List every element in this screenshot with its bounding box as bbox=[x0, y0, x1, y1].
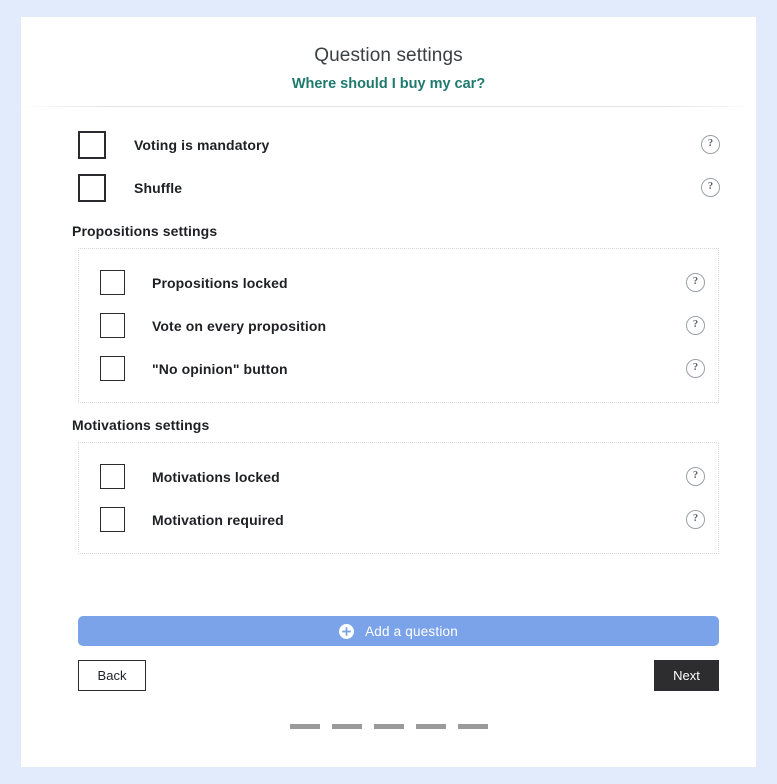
add-question-button[interactable]: Add a question bbox=[78, 616, 719, 646]
option-row-voting-is-mandatory[interactable]: Voting is mandatory ? bbox=[21, 123, 756, 166]
header-divider bbox=[21, 106, 756, 107]
option-row-motivations-locked[interactable]: Motivations locked ? bbox=[79, 455, 718, 498]
step-indicator-item[interactable] bbox=[415, 724, 446, 729]
help-icon[interactable]: ? bbox=[686, 273, 705, 292]
step-indicator-item[interactable] bbox=[289, 724, 320, 729]
plus-circle-icon bbox=[339, 623, 355, 639]
step-indicator bbox=[21, 724, 756, 729]
checkbox-motivation-required[interactable] bbox=[100, 507, 125, 532]
option-row-propositions-locked[interactable]: Propositions locked ? bbox=[79, 261, 718, 304]
help-icon[interactable]: ? bbox=[701, 178, 720, 197]
section-motivations-settings: Motivations locked ? Motivation required… bbox=[78, 442, 719, 554]
checkbox-no-opinion-button[interactable] bbox=[100, 356, 125, 381]
help-icon[interactable]: ? bbox=[686, 316, 705, 335]
checkbox-vote-on-every-proposition[interactable] bbox=[100, 313, 125, 338]
section-title-motivations: Motivations settings bbox=[72, 417, 210, 433]
option-label: Propositions locked bbox=[152, 274, 288, 291]
checkbox-shuffle[interactable] bbox=[78, 173, 106, 202]
option-row-no-opinion-button[interactable]: "No opinion" button ? bbox=[79, 347, 718, 390]
section-title-propositions: Propositions settings bbox=[72, 223, 218, 239]
next-button[interactable]: Next bbox=[654, 660, 719, 691]
checkbox-motivations-locked[interactable] bbox=[100, 464, 125, 489]
help-icon[interactable]: ? bbox=[686, 510, 705, 529]
checkbox-propositions-locked[interactable] bbox=[100, 270, 125, 295]
option-row-shuffle[interactable]: Shuffle ? bbox=[21, 166, 756, 209]
help-icon[interactable]: ? bbox=[701, 135, 720, 154]
back-button[interactable]: Back bbox=[78, 660, 146, 691]
page-header: Question settings Where should I buy my … bbox=[21, 17, 756, 107]
question-settings-card: Question settings Where should I buy my … bbox=[21, 17, 756, 767]
step-indicator-item[interactable] bbox=[331, 724, 362, 729]
navigation-buttons: Back Next bbox=[78, 660, 719, 691]
help-icon[interactable]: ? bbox=[686, 359, 705, 378]
page-title: Question settings bbox=[314, 45, 463, 66]
option-row-motivation-required[interactable]: Motivation required ? bbox=[79, 498, 718, 541]
settings-content: Voting is mandatory ? Shuffle ? Proposit… bbox=[21, 123, 756, 729]
option-label: Motivation required bbox=[152, 511, 284, 528]
option-label: Vote on every proposition bbox=[152, 317, 327, 334]
step-indicator-item[interactable] bbox=[373, 724, 404, 729]
section-propositions-settings: Propositions locked ? Vote on every prop… bbox=[78, 248, 719, 403]
help-icon[interactable]: ? bbox=[686, 467, 705, 486]
step-indicator-item[interactable] bbox=[457, 724, 488, 729]
option-label: Voting is mandatory bbox=[134, 136, 270, 153]
checkbox-voting-is-mandatory[interactable] bbox=[78, 130, 106, 159]
option-row-vote-on-every-proposition[interactable]: Vote on every proposition ? bbox=[79, 304, 718, 347]
question-subtitle: Where should I buy my car? bbox=[291, 76, 486, 92]
option-label: "No opinion" button bbox=[152, 360, 288, 377]
option-label: Shuffle bbox=[134, 179, 183, 196]
option-label: Motivations locked bbox=[152, 468, 280, 485]
add-question-label: Add a question bbox=[365, 623, 458, 639]
